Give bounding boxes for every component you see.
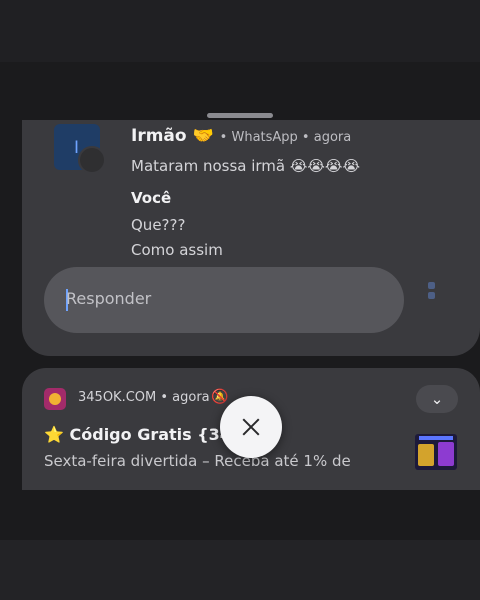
- expand-button[interactable]: ⌄: [416, 385, 458, 413]
- bell-off-icon: 🔕: [211, 389, 229, 405]
- incoming-message: Mataram nossa irmã 😭😭😭😭: [131, 157, 360, 175]
- send-icon-dot: [428, 292, 435, 299]
- app-and-time: • WhatsApp • agora: [219, 130, 352, 145]
- outgoing-message: Que???: [131, 216, 186, 234]
- whatsapp-notification-card[interactable]: I Irmão 🤝 • WhatsApp • agora Mataram noss…: [22, 120, 480, 356]
- send-icon-dot: [428, 282, 435, 289]
- thumbnail-figure: [438, 442, 454, 466]
- status-area: [0, 0, 480, 62]
- thumbnail-banner: [419, 436, 453, 440]
- notification-header: Irmão 🤝 • WhatsApp • agora: [131, 126, 351, 146]
- reply-placeholder: Responder: [66, 289, 152, 308]
- close-icon[interactable]: [220, 396, 282, 458]
- notification-body: Sexta-feira divertida – Receba até 1% de: [44, 452, 351, 470]
- thumbnail-figure: [418, 444, 434, 466]
- notification-thumbnail: [415, 434, 457, 470]
- self-label: Você: [131, 189, 172, 207]
- sender-name: Irmão 🤝: [131, 126, 214, 146]
- navigation-area: [0, 540, 480, 600]
- reply-input[interactable]: Responder: [44, 267, 404, 333]
- app-and-time: 345OK.COM • agora: [78, 390, 210, 405]
- app-badge-icon: [78, 146, 106, 174]
- chevron-down-icon: ⌄: [430, 390, 444, 408]
- star-icon: ⭐: [44, 425, 64, 444]
- app-icon: [44, 388, 66, 410]
- drag-handle[interactable]: [207, 113, 273, 118]
- outgoing-message: Como assim: [131, 241, 223, 259]
